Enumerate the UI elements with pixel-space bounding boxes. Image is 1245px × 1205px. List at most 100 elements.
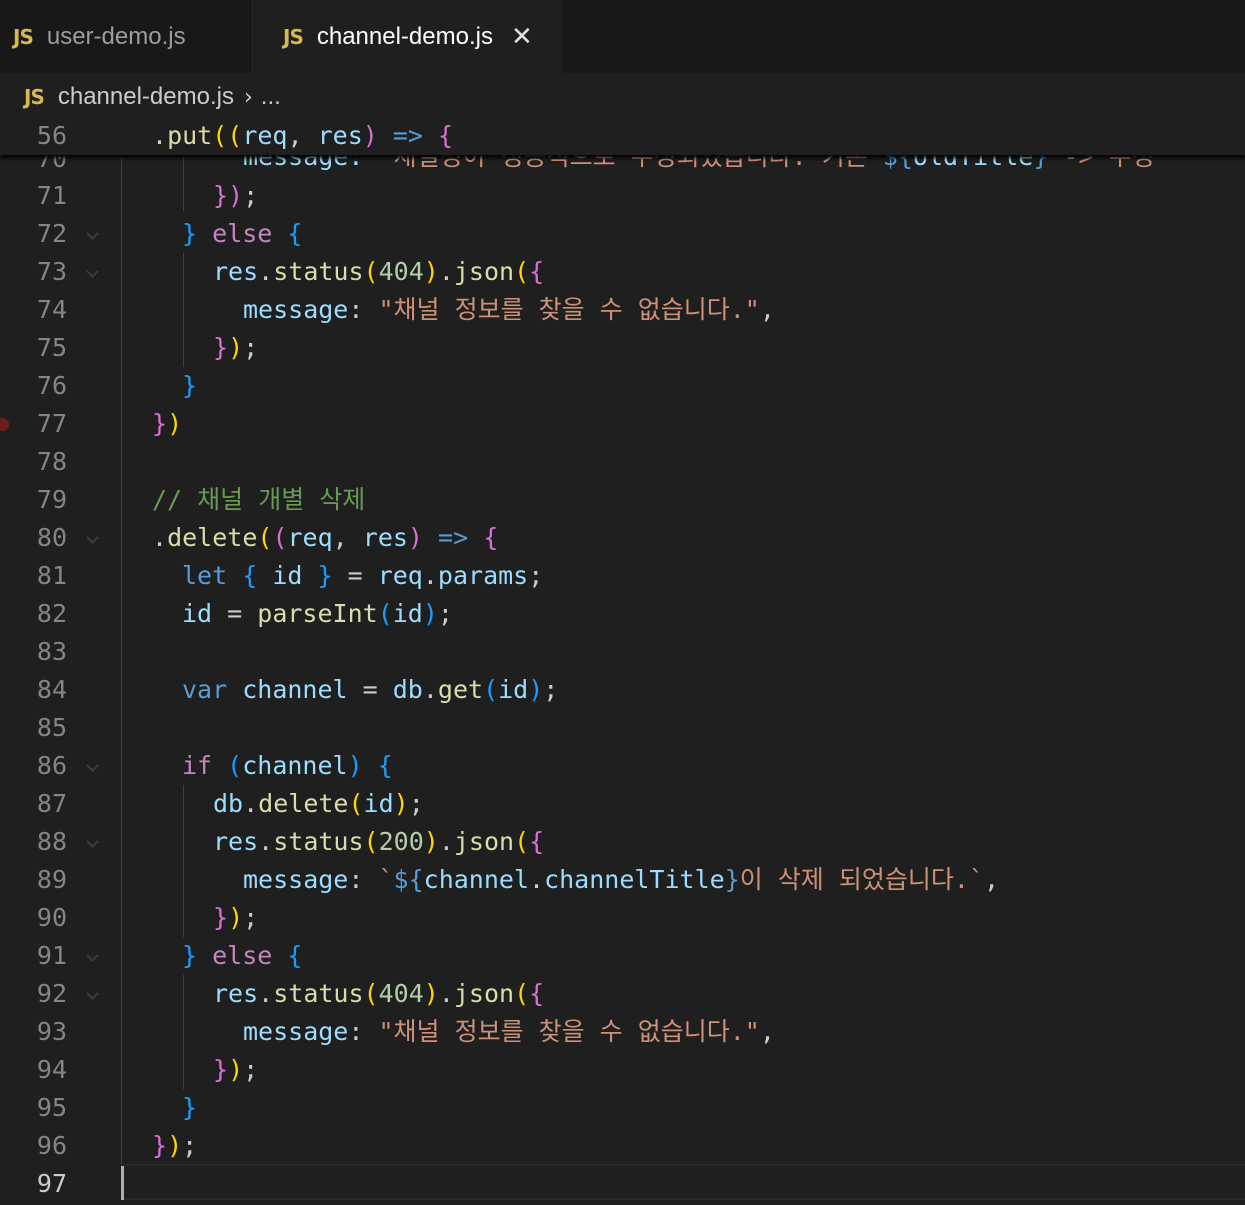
line-number: 88: [36, 827, 67, 856]
code-line: });: [213, 181, 259, 210]
code-line: }: [182, 371, 198, 400]
code-row[interactable]: 86 if (channel) {: [0, 747, 1245, 785]
line-number: 80: [36, 523, 67, 552]
chevron-right-icon: ›: [243, 84, 253, 110]
code-row[interactable]: 91 } else {: [0, 937, 1245, 975]
line-number: 85: [36, 713, 67, 742]
breadcrumb-file[interactable]: channel-demo.js: [58, 83, 234, 111]
line-number: 94: [36, 1055, 67, 1084]
fold-chevron-icon[interactable]: [88, 229, 98, 239]
code-row[interactable]: 79 // 채널 개별 삭제: [0, 481, 1245, 519]
code-row[interactable]: 71 });: [0, 177, 1245, 215]
line-number: 78: [36, 447, 67, 476]
line-number: 79: [36, 485, 67, 514]
line-number: 83: [36, 637, 67, 666]
code-row[interactable]: 78: [0, 443, 1245, 481]
code-line: }): [152, 409, 183, 438]
line-number: 91: [36, 941, 67, 970]
line-number: 84: [36, 675, 67, 704]
code-row[interactable]: 90 });: [0, 899, 1245, 937]
tab-label: channel-demo.js: [316, 22, 493, 50]
code-line: let { id } = req.params;: [182, 561, 544, 590]
code-row[interactable]: 87 db.delete(id);: [0, 785, 1245, 823]
code-line: res.status(200).json({: [213, 827, 545, 856]
line-number: 73: [36, 257, 67, 286]
fold-chevron-icon[interactable]: [88, 533, 98, 543]
tab-user-demo[interactable]: JS user-demo.js: [0, 0, 253, 73]
code-row[interactable]: 74 message: "채널 정보를 찾을 수 없습니다.",: [0, 291, 1245, 329]
line-number: 76: [36, 371, 67, 400]
sticky-scroll-header[interactable]: 56 .put((req, res) => {: [0, 117, 1245, 155]
code-line: message: "채널 정보를 찾을 수 없습니다.",: [243, 1017, 775, 1046]
line-number: 92: [36, 979, 67, 1008]
code-line: id = parseInt(id);: [182, 599, 453, 628]
code-line: .delete((req, res) => {: [152, 523, 499, 552]
code-line: message: "채널 정보를 찾을 수 없습니다.",: [243, 295, 775, 324]
code-line: } else {: [182, 941, 303, 970]
code-line: }: [182, 1093, 198, 1122]
code-row[interactable]: 72 } else {: [0, 215, 1245, 253]
line-number: 77: [36, 409, 67, 438]
line-number: 97: [36, 1169, 67, 1198]
code-row[interactable]: 76 }: [0, 367, 1245, 405]
code-row[interactable]: 94 });: [0, 1051, 1245, 1089]
fold-chevron-icon[interactable]: [88, 951, 98, 961]
breadcrumb: JS channel-demo.js › ...: [0, 73, 1245, 121]
line-number: 87: [36, 789, 67, 818]
code-line: message: `${channel.channelTitle}이 삭제 되었…: [243, 865, 1000, 894]
code-row[interactable]: 85: [0, 709, 1245, 747]
code-row[interactable]: 93 message: "채널 정보를 찾을 수 없습니다.",: [0, 1013, 1245, 1051]
code-row[interactable]: 73 res.status(404).json({: [0, 253, 1245, 291]
code-line: .put((req, res) => {: [152, 121, 454, 150]
line-number: 74: [36, 295, 67, 324]
code-row[interactable]: 80 .delete((req, res) => {: [0, 519, 1245, 557]
code-row[interactable]: 82 id = parseInt(id);: [0, 595, 1245, 633]
fold-chevron-icon[interactable]: [88, 761, 98, 771]
code-line: var channel = db.get(id);: [182, 675, 559, 704]
code-line: if (channel) {: [182, 751, 393, 780]
fold-chevron-icon[interactable]: [88, 837, 98, 847]
line-number: 90: [36, 903, 67, 932]
line-number: 75: [36, 333, 67, 362]
code-row[interactable]: 88 res.status(200).json({: [0, 823, 1245, 861]
tab-label: user-demo.js: [46, 22, 186, 50]
line-number: 71: [36, 181, 67, 210]
code-row[interactable]: 84 var channel = db.get(id);: [0, 671, 1245, 709]
line-number: 56: [36, 121, 67, 150]
code-line: });: [152, 1131, 198, 1160]
code-row[interactable]: 81 let { id } = req.params;: [0, 557, 1245, 595]
code-line: });: [213, 333, 259, 362]
code-line: res.status(404).json({: [213, 979, 545, 1008]
code-row[interactable]: 77 }): [0, 405, 1245, 443]
line-number: 95: [36, 1093, 67, 1122]
tab-bar: JS user-demo.js JS channel-demo.js ✕: [0, 0, 1245, 73]
line-number: 86: [36, 751, 67, 780]
code-line: res.status(404).json({: [213, 257, 545, 286]
breadcrumb-symbols[interactable]: ...: [261, 83, 281, 111]
code-row[interactable]: 83: [0, 633, 1245, 671]
code-line: });: [213, 903, 259, 932]
code-row[interactable]: 92 res.status(404).json({: [0, 975, 1245, 1013]
code-row[interactable]: 97: [0, 1165, 1245, 1203]
code-line: // 채널 개별 삭제: [152, 485, 366, 514]
code-line: });: [213, 1055, 259, 1084]
code-row[interactable]: 95 }: [0, 1089, 1245, 1127]
tab-channel-demo[interactable]: JS channel-demo.js ✕: [254, 0, 562, 73]
code-line: } else {: [182, 219, 303, 248]
javascript-file-icon: JS: [283, 24, 304, 49]
code-row[interactable]: 89 message: `${channel.channelTitle}이 삭제…: [0, 861, 1245, 899]
fold-chevron-icon[interactable]: [88, 267, 98, 277]
close-icon[interactable]: ✕: [511, 22, 533, 52]
code-row[interactable]: 96 });: [0, 1127, 1245, 1165]
line-number: 72: [36, 219, 67, 248]
line-number: 89: [36, 865, 67, 894]
code-row[interactable]: 75 });: [0, 329, 1245, 367]
line-number: 93: [36, 1017, 67, 1046]
javascript-file-icon: JS: [24, 85, 45, 109]
javascript-file-icon: JS: [13, 24, 34, 49]
line-number: 82: [36, 599, 67, 628]
text-cursor: [121, 1166, 124, 1200]
line-number: 81: [36, 561, 67, 590]
fold-chevron-icon[interactable]: [88, 989, 98, 999]
line-number: 96: [36, 1131, 67, 1160]
